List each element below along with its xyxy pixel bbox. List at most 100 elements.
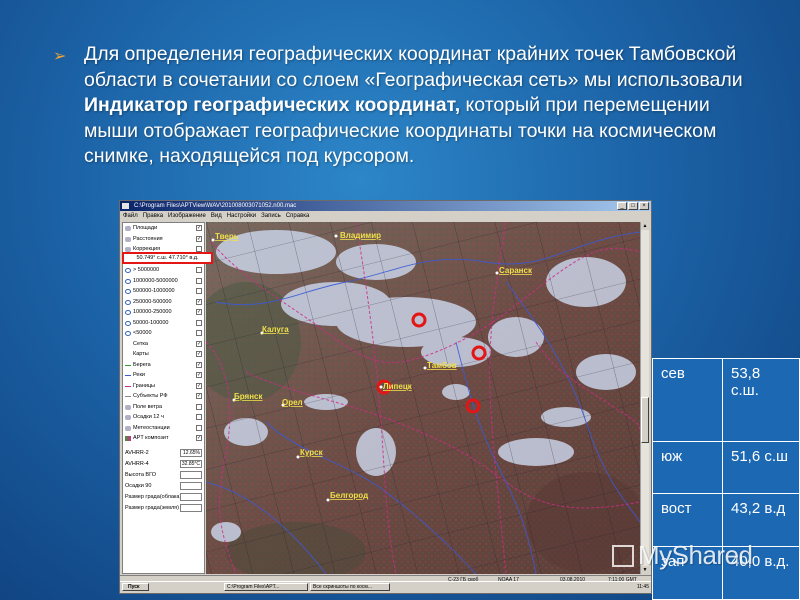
app-window: C:\Program Files\APTView\WAV\20100800307… [119,200,652,594]
param-label: Размер града(облака) [125,493,182,500]
layer-checkbox[interactable] [196,424,202,431]
param-field: Размер града(облака) [123,492,204,503]
city-label: Липецк [383,382,413,391]
layer-label: Осадки 12 ч [133,414,164,420]
scroll-thumb[interactable] [641,397,649,443]
layer-checkbox[interactable] [196,277,202,284]
taskbar-item-screenshots[interactable]: Все скриншоты по косм... [310,583,390,591]
layer-item[interactable]: > 5000000 [123,265,204,276]
layer-item[interactable]: 50000-100000 [123,318,204,329]
param-label: AVHRR-4 [125,460,149,467]
layer-symbol-icon [125,436,131,441]
city-label: Владимир [340,231,381,240]
layer-checkbox[interactable]: ✓ [196,298,202,305]
layer-item[interactable]: Реки ✓ [123,370,204,381]
layer-item[interactable]: APT композит ✓ [123,433,204,444]
layer-item[interactable]: 100000-250000 ✓ [123,307,204,318]
maximize-button[interactable]: □ [628,202,638,210]
layer-item[interactable]: Берега ✓ [123,360,204,371]
layer-checkbox[interactable] [196,267,202,273]
layer-label: > 5000000 [133,267,160,273]
layer-checkbox[interactable]: ✓ [196,393,202,399]
layer-checkbox[interactable] [196,414,202,420]
layer-item[interactable]: Расстояния ✓ [123,234,204,245]
menu-image[interactable]: Изображение [168,211,206,221]
value-cell: 43,2 в.д [722,493,800,548]
menu-bar: Файл Правка Изображение Вид Настройки За… [120,211,651,221]
menu-record[interactable]: Запись [261,211,281,221]
layer-item[interactable]: <50000 [123,328,204,339]
layer-checkbox[interactable] [196,288,202,294]
layer-item[interactable]: Карты ✓ [123,349,204,360]
layer-label: Берега [133,361,151,368]
city-kaluga: Калуга [260,325,289,335]
menu-view[interactable]: Вид [211,211,222,221]
presentation-icon [612,545,634,567]
window-title: C:\Program Files\APTView\WAV\20100800307… [134,203,297,209]
layer-checkbox[interactable]: ✓ [196,309,202,315]
layer-label: Поле ветра [133,403,163,410]
map-scrollbar[interactable]: ▲ ▼ [640,222,649,574]
layer-item[interactable]: 250000-500000 ✓ [123,297,204,308]
param-value[interactable]: 12.65% [180,448,202,457]
param-value[interactable] [180,503,202,512]
direction-cell: сев [652,358,723,442]
menu-settings[interactable]: Настройки [227,211,256,221]
layer-checkbox[interactable]: ✓ [196,340,202,347]
layer-checkbox[interactable]: ✓ [196,351,202,357]
menu-file[interactable]: Файл [123,211,138,221]
layer-checkbox[interactable] [196,319,202,326]
close-button[interactable]: × [639,202,649,210]
table-row: сев 53,8 с.ш. [652,358,800,442]
layer-label: Карты [133,351,149,357]
layer-item[interactable]: 1000000-5000000 [123,276,204,287]
city-label: Орел [282,398,303,407]
layer-symbol-icon [125,268,131,273]
layer-item[interactable]: 500000-1000000 [123,286,204,297]
layer-label: Сетка [133,340,148,347]
layer-symbol-icon [125,404,131,410]
layer-item[interactable]: Границы ✓ [123,381,204,392]
window-titlebar: C:\Program Files\APTView\WAV\20100800307… [120,201,651,211]
param-value[interactable] [180,470,202,479]
param-label: Осадки 90 [125,482,152,489]
param-field: Размер града(земля) [123,503,204,514]
layer-item[interactable]: Сетка ✓ [123,339,204,350]
layer-item[interactable]: Площади ✓ [123,223,204,234]
layer-checkbox[interactable]: ✓ [196,382,202,389]
scroll-up-icon[interactable]: ▲ [641,222,649,230]
layer-checkbox[interactable] [196,403,202,410]
layer-item[interactable]: Субъекты РФ ✓ [123,391,204,402]
layer-checkbox[interactable]: ✓ [196,361,202,368]
city-label: Тамбов [427,361,457,370]
layer-checkbox[interactable]: ✓ [196,372,202,378]
city-bryansk: Брянск [232,392,263,402]
param-field: AVHRR-2 12.65% [123,448,204,459]
taskbar-item-aptview[interactable]: C:\Program Files\APT... [224,583,308,591]
layer-label: Субъекты РФ [133,393,168,399]
menu-help[interactable]: Справка [286,211,310,221]
param-value[interactable] [180,481,202,490]
satellite-map[interactable]: Тверь Владимир Саранск Калуга Тамбов Лип… [206,222,640,574]
city-label: Саранск [499,266,533,275]
layer-symbol-icon [125,310,131,315]
bullet-arrow-icon: ➢ [53,48,67,65]
layer-item[interactable]: Поле ветра [123,402,204,413]
layer-checkbox[interactable]: ✓ [196,435,202,441]
layer-checkbox[interactable]: ✓ [196,235,202,242]
layer-item[interactable]: Осадки 12 ч [123,412,204,423]
layer-checkbox[interactable]: ✓ [196,225,202,231]
param-value[interactable]: 32.85°C [180,459,202,468]
param-value[interactable] [180,492,202,501]
layer-checkbox[interactable] [196,330,202,336]
layer-label: 500000-1000000 [133,288,175,294]
param-field: AVHRR-4 32.85°C [123,459,204,470]
minimize-button[interactable]: _ [617,202,627,210]
layer-label: <50000 [133,330,152,336]
table-row: вост 43,2 в.д [652,493,800,548]
layer-item[interactable]: Метеостанции [123,423,204,434]
intro-text: Для определения географических координат… [84,43,743,167]
taskbar: Пуск C:\Program Files\APT... Все скриншо… [120,581,651,593]
start-button[interactable]: Пуск [122,583,149,591]
menu-edit[interactable]: Правка [143,211,163,221]
